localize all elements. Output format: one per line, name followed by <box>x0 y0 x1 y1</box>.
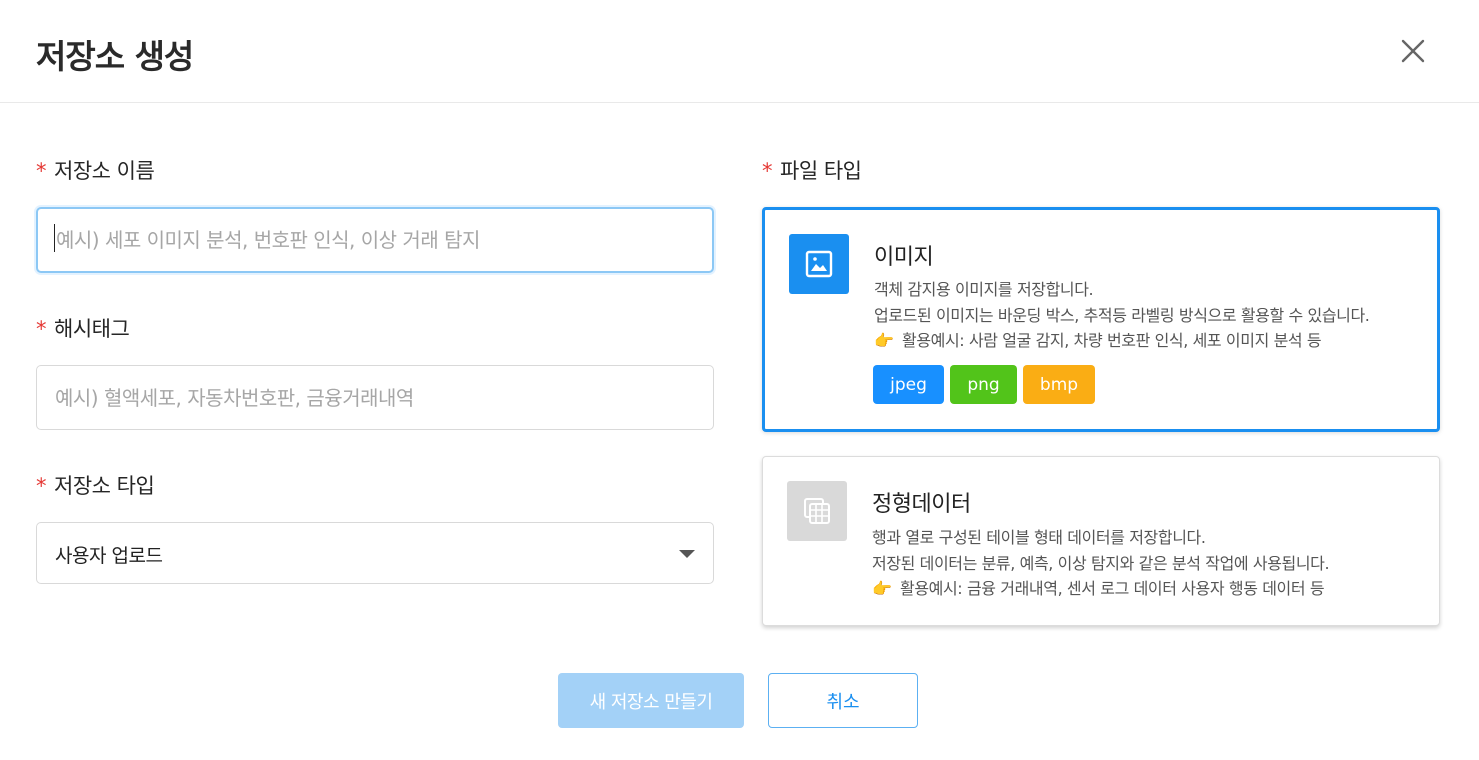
required-mark: * <box>762 159 773 183</box>
close-icon[interactable] <box>1397 35 1429 67</box>
pointing-hand-icon: 👉 <box>872 579 892 598</box>
table-data-icon <box>787 481 847 541</box>
caret-down-icon <box>679 550 695 558</box>
required-mark: * <box>36 317 47 341</box>
file-format-tags: jpeg png bmp <box>873 365 1095 404</box>
image-icon <box>789 234 849 294</box>
card-description: 객체 감지용 이미지를 저장합니다. 업로드된 이미지는 바운딩 박스, 추적등… <box>874 277 1370 354</box>
card-description: 행과 열로 구성된 테이블 형태 데이터를 저장합니다. 저장된 데이터는 분류… <box>872 525 1330 602</box>
text-caret <box>54 224 55 252</box>
pointing-hand-icon: 👉 <box>874 331 894 350</box>
file-type-label: * 파일 타입 <box>762 159 862 183</box>
tag-bmp: bmp <box>1023 365 1095 404</box>
hashtag-input[interactable] <box>36 365 714 430</box>
file-type-card-structured[interactable]: 정형데이터 행과 열로 구성된 테이블 형태 데이터를 저장합니다. 저장된 데… <box>762 456 1440 626</box>
card-title: 정형데이터 <box>872 492 971 517</box>
required-mark: * <box>36 474 47 498</box>
repo-type-label: * 저장소 타입 <box>36 474 155 498</box>
tag-jpeg: jpeg <box>873 365 944 404</box>
tag-png: png <box>950 365 1017 404</box>
dialog-title: 저장소 생성 <box>36 37 194 76</box>
dialog-header: 저장소 생성 <box>0 0 1479 103</box>
required-mark: * <box>36 159 47 183</box>
create-repo-button[interactable]: 새 저장소 만들기 <box>558 673 744 728</box>
cancel-button[interactable]: 취소 <box>768 673 918 728</box>
repo-type-value: 사용자 업로드 <box>55 545 163 567</box>
card-title: 이미지 <box>874 245 934 270</box>
hashtag-label: * 해시태그 <box>36 317 130 341</box>
repo-name-input[interactable] <box>36 207 714 273</box>
repo-name-label: * 저장소 이름 <box>36 159 155 183</box>
repo-type-select[interactable]: 사용자 업로드 <box>36 522 714 584</box>
file-type-card-image[interactable]: 이미지 객체 감지용 이미지를 저장합니다. 업로드된 이미지는 바운딩 박스,… <box>762 207 1440 432</box>
